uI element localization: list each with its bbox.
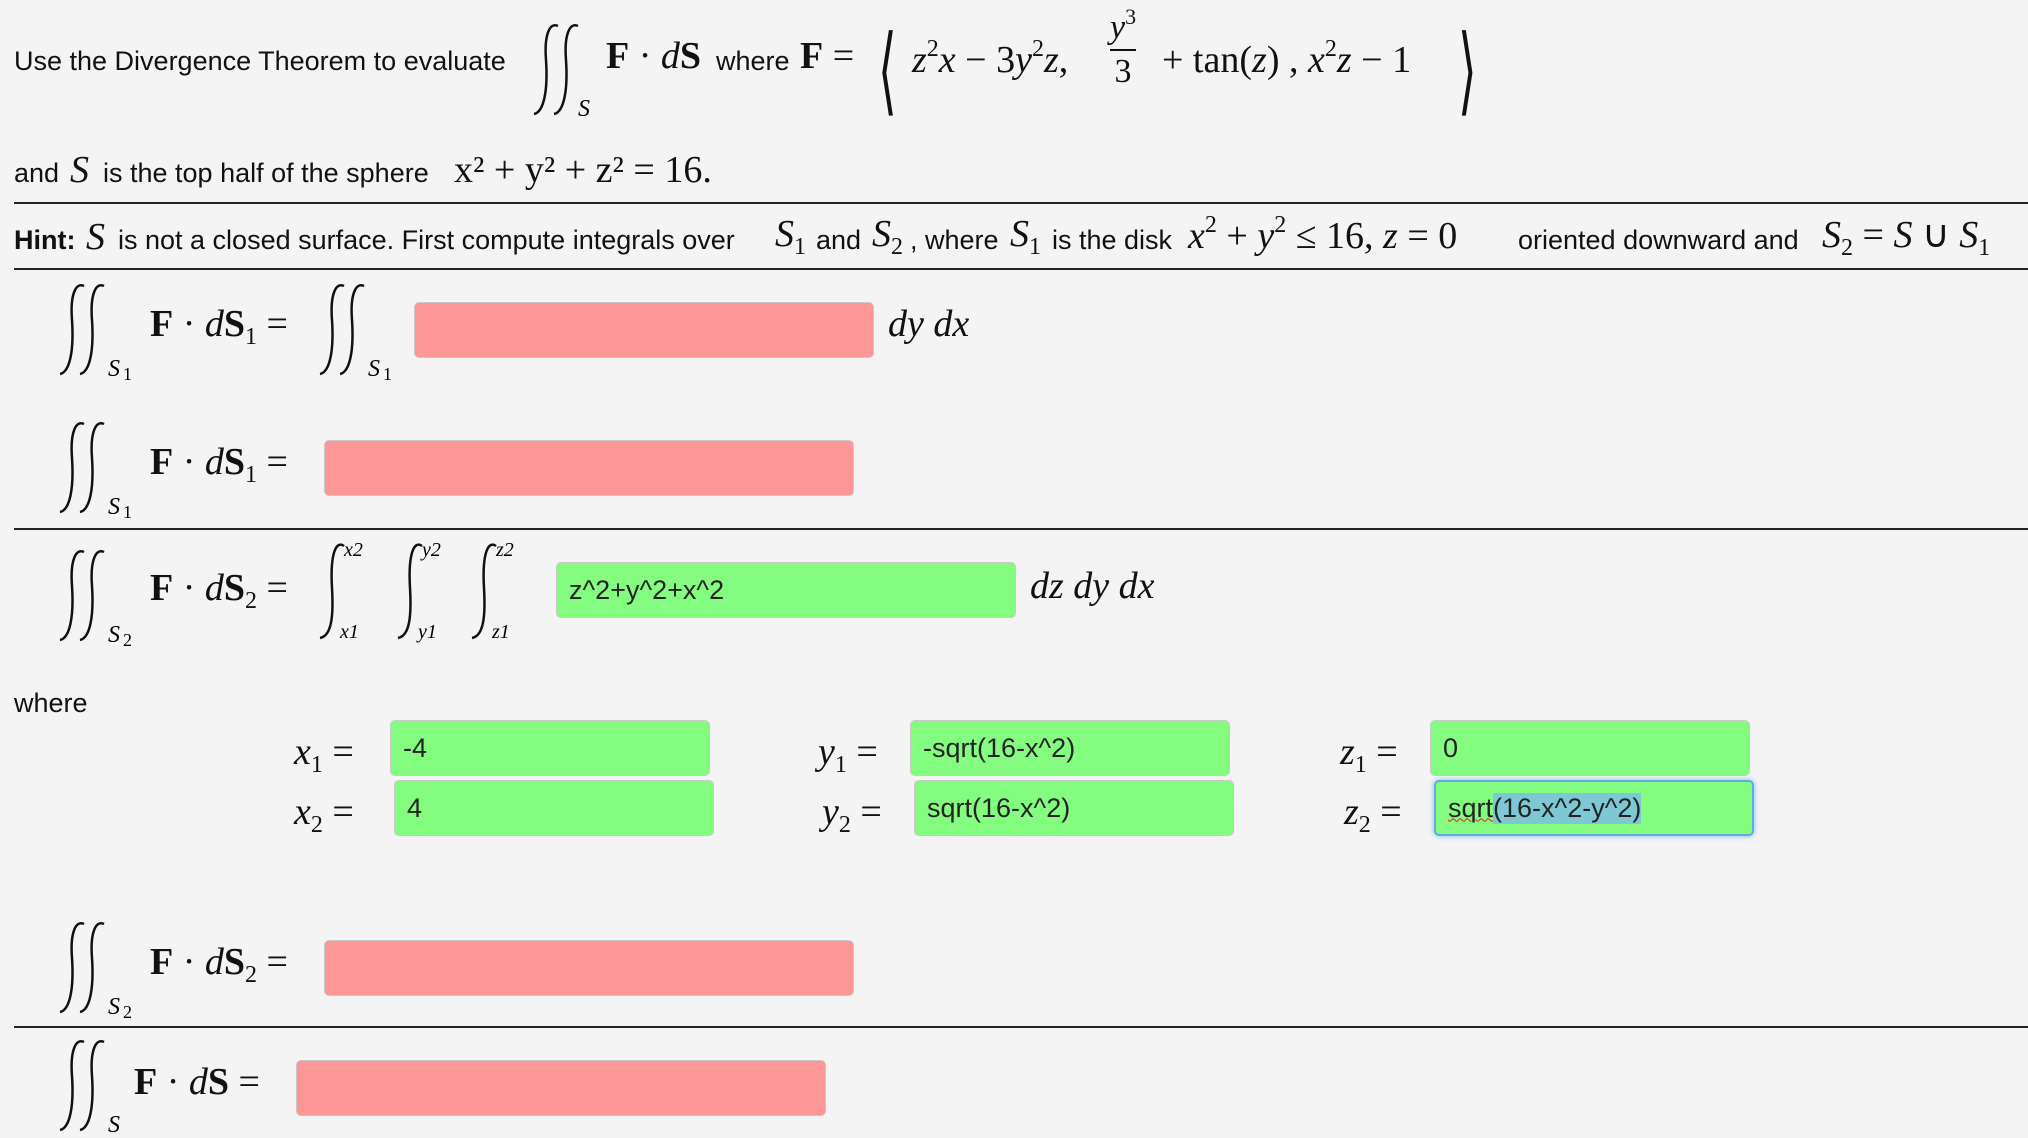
x2-label: x2 = (294, 791, 354, 838)
double-integral-icon: S (533, 24, 590, 120)
hint-s1: S1 (775, 213, 806, 260)
s-value-input[interactable] (296, 1060, 826, 1116)
s2-value-input[interactable] (324, 940, 854, 996)
double-integral-icon: S 1 (59, 422, 132, 518)
svg-text:S: S (108, 1112, 120, 1136)
y2-input[interactable]: sqrt(16-x^2) (914, 780, 1234, 836)
sphere-equation: x² + y² + z² = 16. (454, 149, 712, 191)
hint-t3: , where (910, 225, 999, 255)
f-dot-ds: F · dS (606, 35, 702, 77)
disk-inequality: x2 + y2 ≤ 16, z = 0 (1188, 212, 1458, 257)
y-cubed-over-3: y3 3 (1110, 4, 1137, 90)
divider (14, 1026, 2028, 1028)
f-components-rest: + tan(z) , x2z − 1 (1162, 36, 1412, 81)
double-integral-icon: S 2 (59, 922, 132, 1018)
right-angle-bracket: ⟩ (1458, 17, 1477, 124)
f-dot-ds2: F · dS2 = (150, 567, 288, 614)
svg-text:y1: y1 (416, 621, 437, 643)
svg-text:S: S (578, 96, 590, 120)
hint-t5: oriented downward and (1518, 225, 1799, 255)
y2-label: y2 = (822, 791, 882, 838)
svg-text:1: 1 (383, 364, 392, 380)
z2-label: z2 = (1344, 791, 1402, 838)
f-definition: F = (800, 35, 855, 77)
dy-dx-label: dy dx (888, 303, 970, 345)
svg-text:z2: z2 (495, 539, 514, 561)
svg-text:2: 2 (123, 1002, 132, 1018)
svg-text:S: S (108, 622, 120, 646)
x2-input[interactable]: 4 (394, 780, 714, 836)
svg-text:x1: x1 (339, 621, 359, 643)
double-integral-icon: S 1 (319, 284, 392, 380)
s2-integrand-input[interactable]: z^2+y^2+x^2 (556, 562, 1016, 618)
svg-text:y2: y2 (420, 539, 441, 561)
hint-t4: is the disk (1052, 225, 1173, 255)
z1-label: z1 = (1340, 731, 1398, 778)
surface-s: S (70, 149, 89, 191)
hint-label: Hint: (14, 225, 76, 255)
x1-label: x1 = (294, 731, 354, 778)
z2-input[interactable]: sqrt (16-x^2-y^2) (1434, 780, 1754, 836)
divider (14, 202, 2028, 204)
triple-integral-icon: x2 x1 y2 y1 z2 z1 (319, 539, 514, 643)
y1-input[interactable]: -sqrt(16-x^2) (910, 720, 1230, 776)
s2-union: S2 = S ∪ S1 (1822, 214, 1991, 261)
divider (14, 528, 2028, 530)
z1-input[interactable]: 0 (1430, 720, 1750, 776)
dz-dy-dx-label: dz dy dx (1030, 565, 1155, 607)
double-integral-icon: S 1 (59, 284, 132, 380)
svg-text:S: S (368, 356, 380, 380)
z2-input-text-misspelled: sqrt (1448, 792, 1494, 823)
svg-text:z1: z1 (491, 621, 510, 643)
y1-label: y1 = (818, 731, 878, 778)
where-label: where (14, 688, 88, 718)
hint-s: S (86, 216, 105, 258)
svg-text:S: S (108, 356, 120, 380)
left-angle-bracket: ⟨ (878, 17, 897, 124)
hint-s1-b: S1 (1010, 213, 1041, 260)
f-components: z2x − 3y2z, (912, 36, 1069, 81)
intro-where: where (716, 46, 790, 76)
z2-input-text-selected: (16-x^2-y^2) (1493, 792, 1642, 824)
hint-t2: and (816, 225, 862, 255)
intro-lead: Use the Divergence Theorem to evaluate (14, 46, 506, 76)
s1-integrand-input[interactable] (414, 302, 874, 358)
f-dot-ds2: F · dS2 = (150, 941, 288, 988)
svg-text:2: 2 (123, 630, 132, 646)
hint-t1: is not a closed surface. First compute i… (118, 225, 735, 255)
x1-input[interactable]: -4 (390, 720, 710, 776)
svg-text:x2: x2 (343, 539, 363, 561)
svg-text:1: 1 (123, 502, 132, 518)
s1-value-input[interactable] (324, 440, 854, 496)
f-dot-ds1: F · dS1 = (150, 303, 288, 350)
svg-text:1: 1 (123, 364, 132, 380)
intro-sphere-text: is the top half of the sphere (103, 158, 429, 188)
f-dot-ds1: F · dS1 = (150, 441, 288, 488)
svg-text:S: S (108, 994, 120, 1018)
svg-text:S: S (108, 494, 120, 518)
double-integral-icon: S 2 (59, 550, 132, 646)
intro-and: and (14, 158, 60, 188)
hint-s2: S2 (872, 213, 903, 260)
f-dot-ds-final: F · dS = (134, 1061, 260, 1103)
divider (14, 268, 2028, 270)
